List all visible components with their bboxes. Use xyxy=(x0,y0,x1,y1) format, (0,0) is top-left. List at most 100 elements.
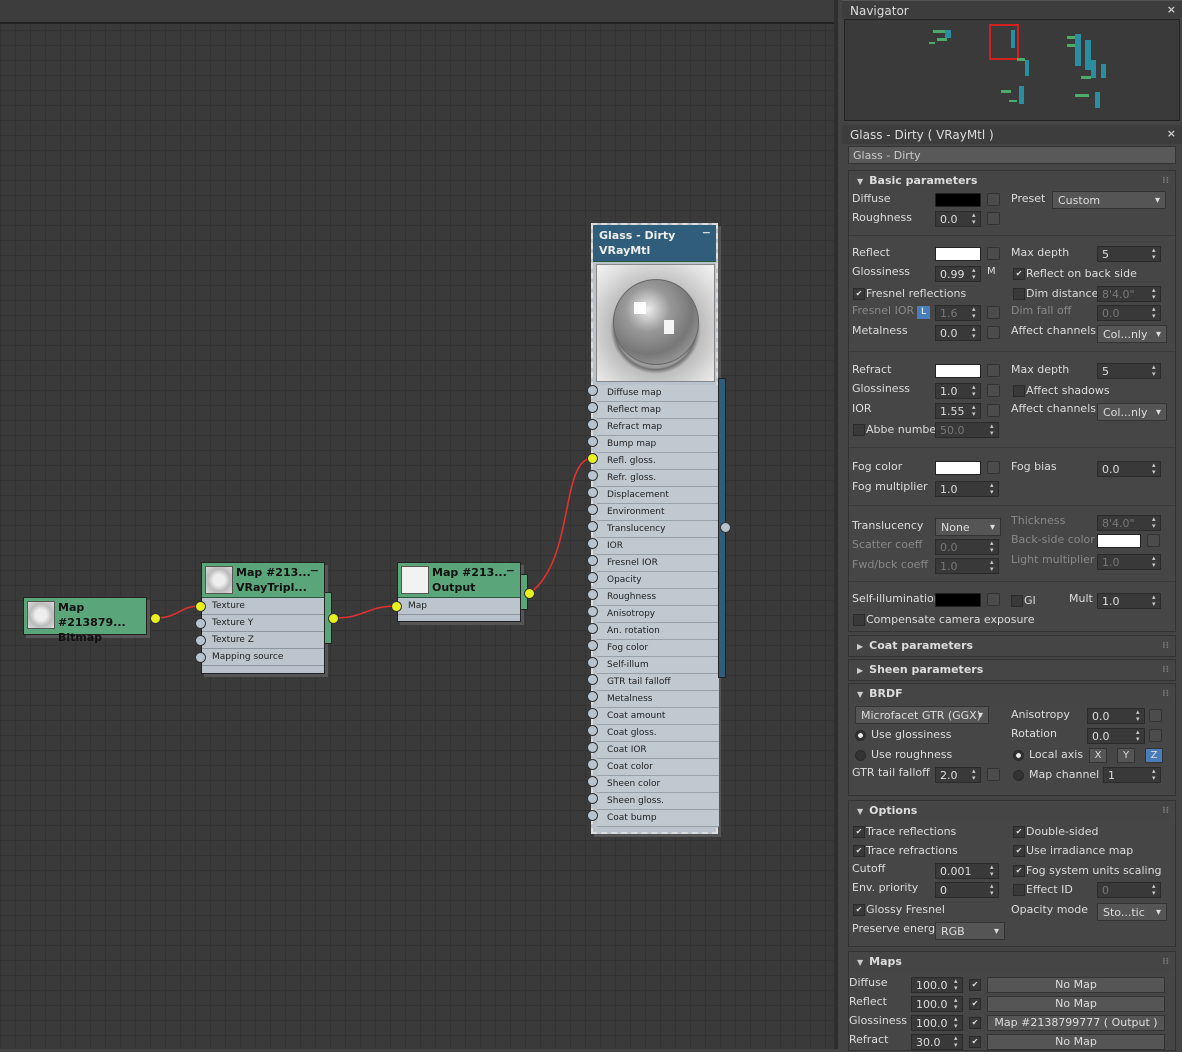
axis-z-button[interactable]: Z xyxy=(1145,748,1163,763)
reflect-map-button[interactable] xyxy=(987,247,1000,260)
material-input-socket[interactable] xyxy=(587,742,598,753)
mult-spinner[interactable]: 1.0 xyxy=(1097,593,1161,609)
output-port[interactable]: Map xyxy=(398,598,520,615)
material-port[interactable]: Metalness xyxy=(597,691,719,708)
use-irradiance-map-checkbox[interactable]: Use irradiance map xyxy=(1013,844,1133,857)
metalness-map-button[interactable] xyxy=(987,326,1000,339)
material-port[interactable]: GTR tail falloff xyxy=(597,674,719,691)
glossiness-spinner[interactable]: 0.99 xyxy=(935,266,981,282)
options-header[interactable]: ▼ Options ⁝⁝ xyxy=(849,801,1175,821)
refract-affect-channels-dropdown[interactable]: Col...nly xyxy=(1097,403,1167,421)
dim-distance-checkbox[interactable]: Dim distance xyxy=(1013,287,1098,300)
refract-glossiness-spinner[interactable]: 1.0 xyxy=(935,383,981,399)
preserve-energy-dropdown[interactable]: RGB xyxy=(935,922,1005,940)
output-node[interactable]: Map #213... Output − Map xyxy=(397,562,521,622)
map-amount-spinner[interactable]: 100.0 xyxy=(911,977,963,993)
fresnel-ior-map-button[interactable] xyxy=(987,306,1000,319)
rotation-map-button[interactable] xyxy=(1149,729,1162,742)
material-port[interactable]: Fog color xyxy=(597,640,719,657)
triplanar-input-socket[interactable] xyxy=(195,652,206,663)
material-port[interactable]: Environment xyxy=(597,504,719,521)
minimize-icon[interactable]: − xyxy=(702,225,711,240)
coat-parameters-header[interactable]: ▶ Coat parameters ⁝⁝ xyxy=(849,636,1175,656)
trace-refractions-checkbox[interactable]: Trace refractions xyxy=(853,844,958,857)
roughness-map-button[interactable] xyxy=(987,212,1000,225)
scatter-coeff-spinner[interactable]: 0.0 xyxy=(935,539,999,555)
material-input-socket[interactable] xyxy=(587,470,598,481)
material-input-socket[interactable] xyxy=(587,657,598,668)
minimize-icon[interactable]: − xyxy=(310,563,319,578)
triplanar-port[interactable]: Texture Y xyxy=(202,615,324,632)
self-illumination-map-button[interactable] xyxy=(987,593,1000,606)
abbe-number-spinner[interactable]: 50.0 xyxy=(935,422,999,438)
fresnel-ior-lock-button[interactable]: L xyxy=(917,306,930,319)
material-port[interactable]: Reflect map xyxy=(597,402,719,419)
refract-map-button[interactable] xyxy=(987,364,1000,377)
material-input-socket[interactable] xyxy=(587,708,598,719)
material-port[interactable]: Coat IOR xyxy=(597,742,719,759)
material-port[interactable]: Sheen color xyxy=(597,776,719,793)
map-channel-radio[interactable]: Map channel xyxy=(1013,768,1099,781)
material-port[interactable]: Opacity xyxy=(597,572,719,589)
axis-y-button[interactable]: Y xyxy=(1117,748,1135,763)
material-input-socket[interactable] xyxy=(587,793,598,804)
material-port[interactable]: Coat amount xyxy=(597,708,719,725)
max-depth-spinner[interactable]: 5 xyxy=(1097,246,1161,262)
material-input-socket[interactable] xyxy=(587,521,598,532)
material-port[interactable]: Sheen gloss. xyxy=(597,793,719,810)
back-side-map-button[interactable] xyxy=(1147,534,1160,547)
material-port[interactable]: Coat color xyxy=(597,759,719,776)
axis-x-button[interactable]: X xyxy=(1089,748,1107,763)
gi-checkbox[interactable]: GI xyxy=(1011,594,1036,607)
material-input-socket[interactable] xyxy=(587,402,598,413)
triplanar-output-socket[interactable] xyxy=(328,613,339,624)
refract-max-depth-spinner[interactable]: 5 xyxy=(1097,363,1161,379)
ior-spinner[interactable]: 1.55 xyxy=(935,403,981,419)
minimize-icon[interactable]: − xyxy=(506,563,515,578)
map-amount-spinner[interactable]: 30.0 xyxy=(911,1034,963,1050)
material-port[interactable]: IOR xyxy=(597,538,719,555)
affect-channels-dropdown[interactable]: Col...nly xyxy=(1097,325,1167,343)
material-node[interactable]: Glass - Dirty VRayMtl − Diffuse map Refle… xyxy=(591,223,719,834)
triplanar-port[interactable]: Texture Z xyxy=(202,632,324,649)
material-input-socket[interactable] xyxy=(587,725,598,736)
material-port[interactable]: Diffuse map xyxy=(597,385,719,402)
dim-distance-spinner[interactable]: 8'4.0" xyxy=(1097,286,1161,302)
refract-color-swatch[interactable] xyxy=(935,364,981,378)
brdf-type-dropdown[interactable]: Microfacet GTR (GGX) xyxy=(855,706,989,724)
light-multiplier-spinner[interactable]: 1.0 xyxy=(1097,554,1161,570)
material-input-socket[interactable] xyxy=(587,810,598,821)
reflect-back-side-checkbox[interactable]: Reflect on back side xyxy=(1013,267,1137,280)
env-priority-spinner[interactable]: 0 xyxy=(935,882,999,898)
navigator-view[interactable] xyxy=(844,19,1180,121)
material-input-socket[interactable] xyxy=(587,623,598,634)
material-port[interactable]: An. rotation xyxy=(597,623,719,640)
node-graph-view[interactable]: Map #213879... Bitmap Map #213... VRayTr… xyxy=(0,0,838,1049)
fog-color-swatch[interactable] xyxy=(935,461,981,475)
material-port[interactable]: Fresnel IOR xyxy=(597,555,719,572)
material-input-socket[interactable] xyxy=(587,759,598,770)
material-input-socket[interactable] xyxy=(587,453,598,464)
gtr-map-button[interactable] xyxy=(987,768,1000,781)
material-port[interactable]: Coat gloss. xyxy=(597,725,719,742)
rotation-spinner[interactable]: 0.0 xyxy=(1087,728,1145,744)
map-amount-spinner[interactable]: 100.0 xyxy=(911,1015,963,1031)
fog-bias-spinner[interactable]: 0.0 xyxy=(1097,461,1161,477)
fresnel-reflections-checkbox[interactable]: Fresnel reflections xyxy=(853,287,966,300)
anisotropy-map-button[interactable] xyxy=(1149,709,1162,722)
material-port[interactable]: Bump map xyxy=(597,436,719,453)
material-input-socket[interactable] xyxy=(587,436,598,447)
affect-shadows-checkbox[interactable]: Affect shadows xyxy=(1013,384,1110,397)
fog-color-map-button[interactable] xyxy=(987,461,1000,474)
map-slot-button[interactable]: Map #2138799777 ( Output ) xyxy=(987,1015,1165,1031)
fog-multiplier-spinner[interactable]: 1.0 xyxy=(935,481,999,497)
metalness-spinner[interactable]: 0.0 xyxy=(935,325,981,341)
material-input-socket[interactable] xyxy=(587,555,598,566)
brdf-header[interactable]: ▼ BRDF ⁝⁝ xyxy=(849,684,1175,704)
effect-id-spinner[interactable]: 0 xyxy=(1097,882,1161,898)
map-slot-button[interactable]: No Map xyxy=(987,996,1165,1012)
diffuse-color-swatch[interactable] xyxy=(935,193,981,207)
opacity-mode-dropdown[interactable]: Sto...tic xyxy=(1097,903,1167,921)
glossy-fresnel-checkbox[interactable]: Glossy Fresnel xyxy=(853,903,945,916)
fresnel-ior-spinner[interactable]: 1.6 xyxy=(935,305,981,321)
